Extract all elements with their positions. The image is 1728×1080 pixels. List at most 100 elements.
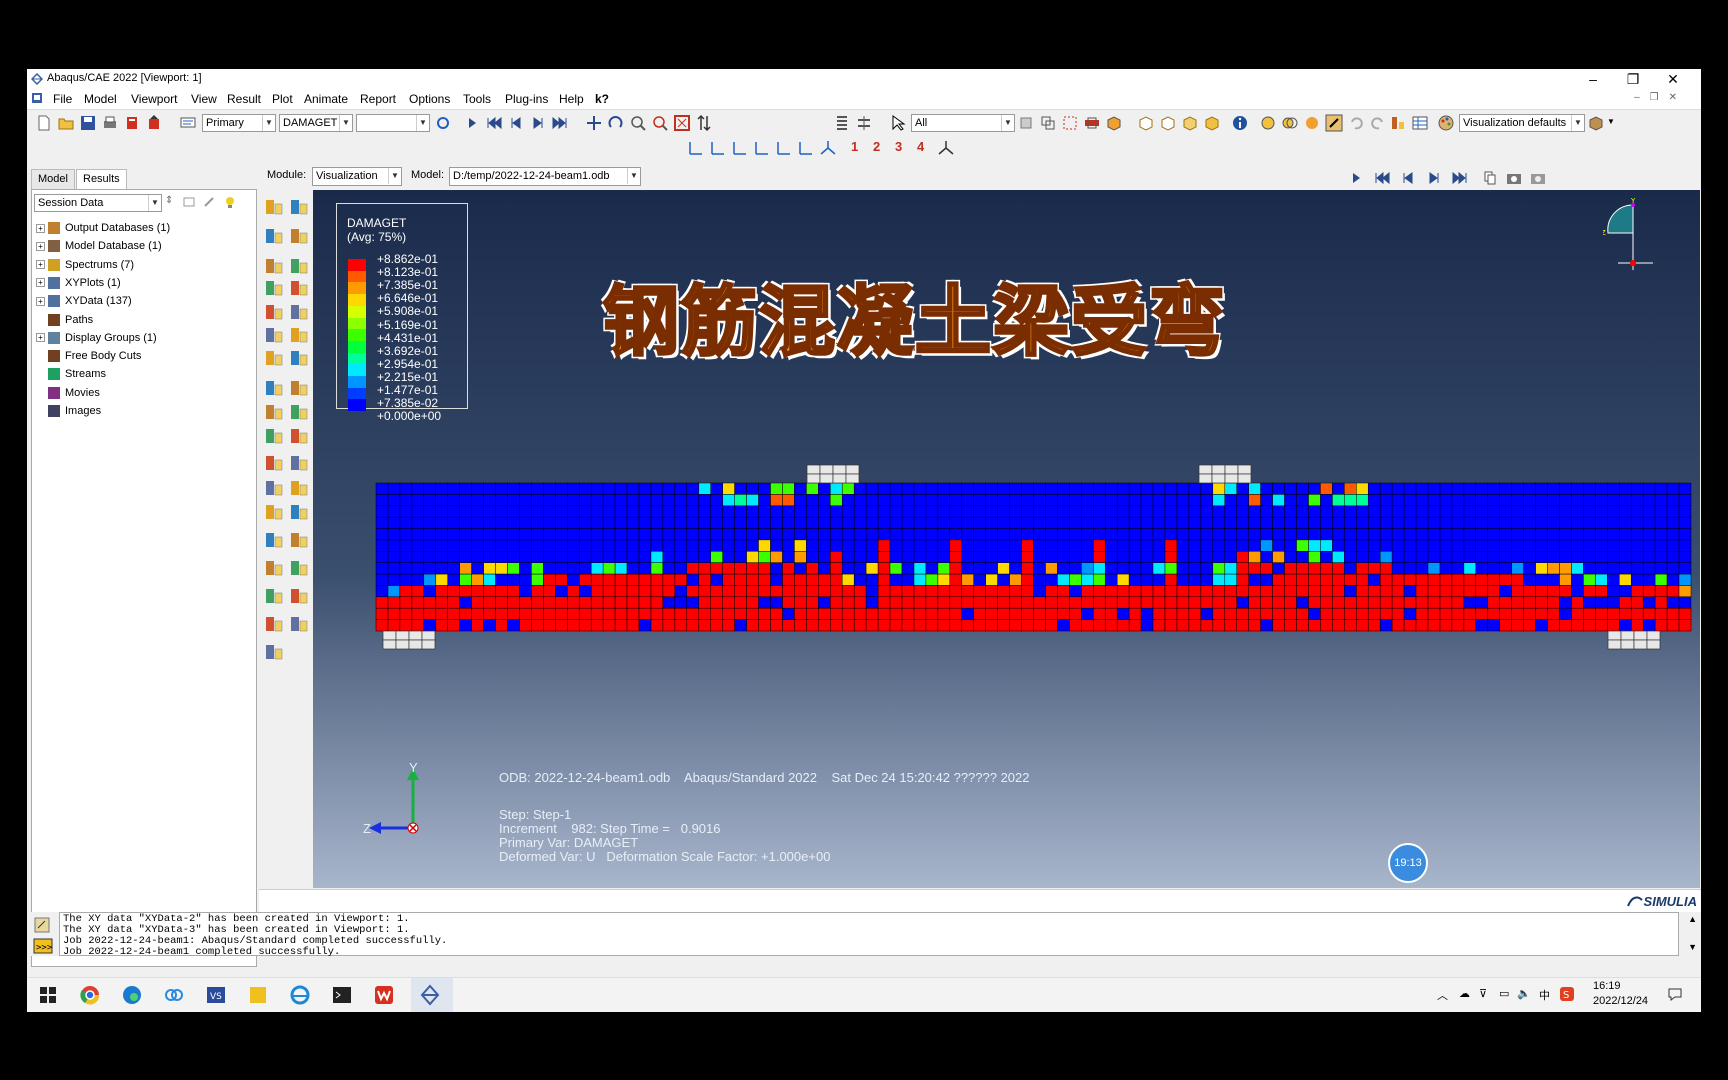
view-2-button[interactable]: 2 <box>873 139 880 154</box>
tree-item[interactable]: + Output Databases (1) <box>36 220 170 236</box>
iso-axes-icon[interactable] <box>819 139 837 157</box>
view-1-button[interactable]: 1 <box>851 139 858 154</box>
render-mode-dropdown-icon[interactable]: ▼ <box>1607 117 1615 126</box>
open-icon[interactable] <box>57 114 75 132</box>
menu-result[interactable]: Result <box>227 92 261 106</box>
menu-model[interactable]: Model <box>84 92 117 106</box>
menu-viewport[interactable]: Viewport <box>131 92 177 106</box>
menu-plot[interactable]: Plot <box>272 92 293 106</box>
step-output-select[interactable]: Primary ▼ <box>202 114 276 132</box>
tree-item[interactable]: + Spectrums (7) <box>36 257 134 273</box>
baidu-netdisk-icon[interactable] <box>163 984 185 1006</box>
color-code-icon[interactable] <box>1389 114 1407 132</box>
toolbox-tool-icon[interactable] <box>263 641 285 663</box>
view-yx-icon[interactable] <box>709 139 727 157</box>
snapshot-icon[interactable] <box>1529 169 1547 187</box>
tab-results[interactable]: Results <box>76 169 127 189</box>
view-manager-icon[interactable] <box>833 114 851 132</box>
toolbox-tool-icon[interactable] <box>263 324 285 346</box>
scroll-up-icon[interactable]: ▲ <box>1688 914 1697 924</box>
toolbox-tool-icon[interactable] <box>288 401 310 423</box>
toolbox-tool-icon[interactable] <box>288 347 310 369</box>
anim-next-icon[interactable] <box>1425 169 1443 187</box>
restore-button[interactable]: ❐ <box>1613 69 1653 89</box>
selection-filter-select[interactable]: All ▼ <box>911 114 1015 132</box>
print-icon[interactable] <box>101 114 119 132</box>
ie-icon[interactable] <box>289 984 311 1006</box>
cycle-view-icon[interactable] <box>695 114 713 132</box>
menu-animate[interactable]: Animate <box>304 92 348 106</box>
frame-select-icon[interactable] <box>1481 169 1499 187</box>
chrome-icon[interactable] <box>79 984 101 1006</box>
anim-play-icon[interactable] <box>1347 169 1365 187</box>
toolbox-tool-icon[interactable] <box>288 377 310 399</box>
color-table-icon[interactable] <box>1411 114 1429 132</box>
select-arrow-icon[interactable] <box>889 114 907 132</box>
side-view-icon[interactable] <box>1203 114 1221 132</box>
camera-icon[interactable] <box>1505 169 1523 187</box>
superimpose-icon[interactable] <box>1281 114 1299 132</box>
minimize-button[interactable]: – <box>1573 69 1613 89</box>
fit-view-icon[interactable] <box>673 114 691 132</box>
toolbox-tool-icon[interactable] <box>263 529 285 551</box>
terminal-icon[interactable] <box>331 984 353 1006</box>
expand-icon[interactable]: + <box>36 296 45 306</box>
expand-icon[interactable]: + <box>36 333 45 343</box>
anim-last-icon[interactable] <box>1451 169 1469 187</box>
toolbox-tool-icon[interactable] <box>288 301 310 323</box>
toolbox-tool-icon[interactable] <box>263 196 285 218</box>
toolbox-tool-icon[interactable] <box>263 401 285 423</box>
tree-options-icon[interactable] <box>202 195 216 209</box>
query-icon[interactable] <box>1325 114 1343 132</box>
tree-item[interactable]: Paths <box>36 312 93 328</box>
anim-first-icon[interactable] <box>1373 169 1391 187</box>
expand-icon[interactable]: + <box>36 241 45 251</box>
expand-icon[interactable]: + <box>36 223 45 233</box>
tree-item[interactable]: Movies <box>36 385 100 401</box>
first-frame-icon[interactable] <box>485 114 503 132</box>
menu-help[interactable]: Help <box>559 92 584 106</box>
menu-report[interactable]: Report <box>360 92 396 106</box>
render-style-icon[interactable] <box>1039 114 1057 132</box>
info-icon[interactable] <box>1231 114 1249 132</box>
toolbox-tool-icon[interactable] <box>263 277 285 299</box>
tab-model[interactable]: Model <box>31 169 75 189</box>
anim-prev-icon[interactable] <box>1399 169 1417 187</box>
visual-studio-icon[interactable]: VS <box>205 984 227 1006</box>
wps-icon[interactable] <box>373 984 395 1006</box>
expand-icon[interactable]: + <box>36 278 45 288</box>
prev-frame-icon[interactable] <box>507 114 525 132</box>
visualization-defaults-select[interactable]: Visualization defaults ▼ <box>1459 114 1585 132</box>
tree-item[interactable]: + XYData (137) <box>36 293 132 309</box>
view-yz-icon[interactable] <box>731 139 749 157</box>
mdi-window-buttons[interactable]: –❐✕ <box>1634 92 1687 103</box>
new-icon[interactable] <box>35 114 53 132</box>
toolbox-tool-icon[interactable] <box>288 452 310 474</box>
axes-triad-icon[interactable] <box>937 139 955 157</box>
network-icon[interactable]: ▭ <box>1499 987 1509 1000</box>
front-view-icon[interactable] <box>1159 114 1177 132</box>
view-4-button[interactable]: 4 <box>917 139 924 154</box>
redo-icon[interactable] <box>1369 114 1387 132</box>
hide-show-icon[interactable] <box>1061 114 1079 132</box>
tree-filter-icon[interactable] <box>182 195 196 209</box>
menu-view[interactable]: View <box>191 92 217 106</box>
sticky-notes-icon[interactable] <box>247 984 269 1006</box>
vpn-icon[interactable]: ⊽ <box>1479 987 1487 1000</box>
toolbox-tool-icon[interactable] <box>263 347 285 369</box>
display-group-icon[interactable] <box>1083 114 1101 132</box>
common-options-icon[interactable] <box>1259 114 1277 132</box>
render-mode-icon[interactable] <box>1587 114 1605 132</box>
toolbox-tool-icon[interactable] <box>263 452 285 474</box>
zoom-icon[interactable] <box>629 114 647 132</box>
viewport[interactable]: DAMAGET (Avg: 75%) +8.862e-01 +8.123e-01 +… <box>313 190 1700 888</box>
last-frame-icon[interactable] <box>551 114 569 132</box>
window-menu-icon[interactable] <box>31 92 43 104</box>
toolbox-tool-icon[interactable] <box>263 501 285 523</box>
pan-icon[interactable] <box>585 114 603 132</box>
message-tab-icon[interactable] <box>33 916 51 934</box>
component-select[interactable]: ▼ <box>356 114 430 132</box>
toolbox-tool-icon[interactable] <box>288 585 310 607</box>
toolbox-tool-icon[interactable] <box>288 557 310 579</box>
box-zoom-icon[interactable] <box>651 114 669 132</box>
